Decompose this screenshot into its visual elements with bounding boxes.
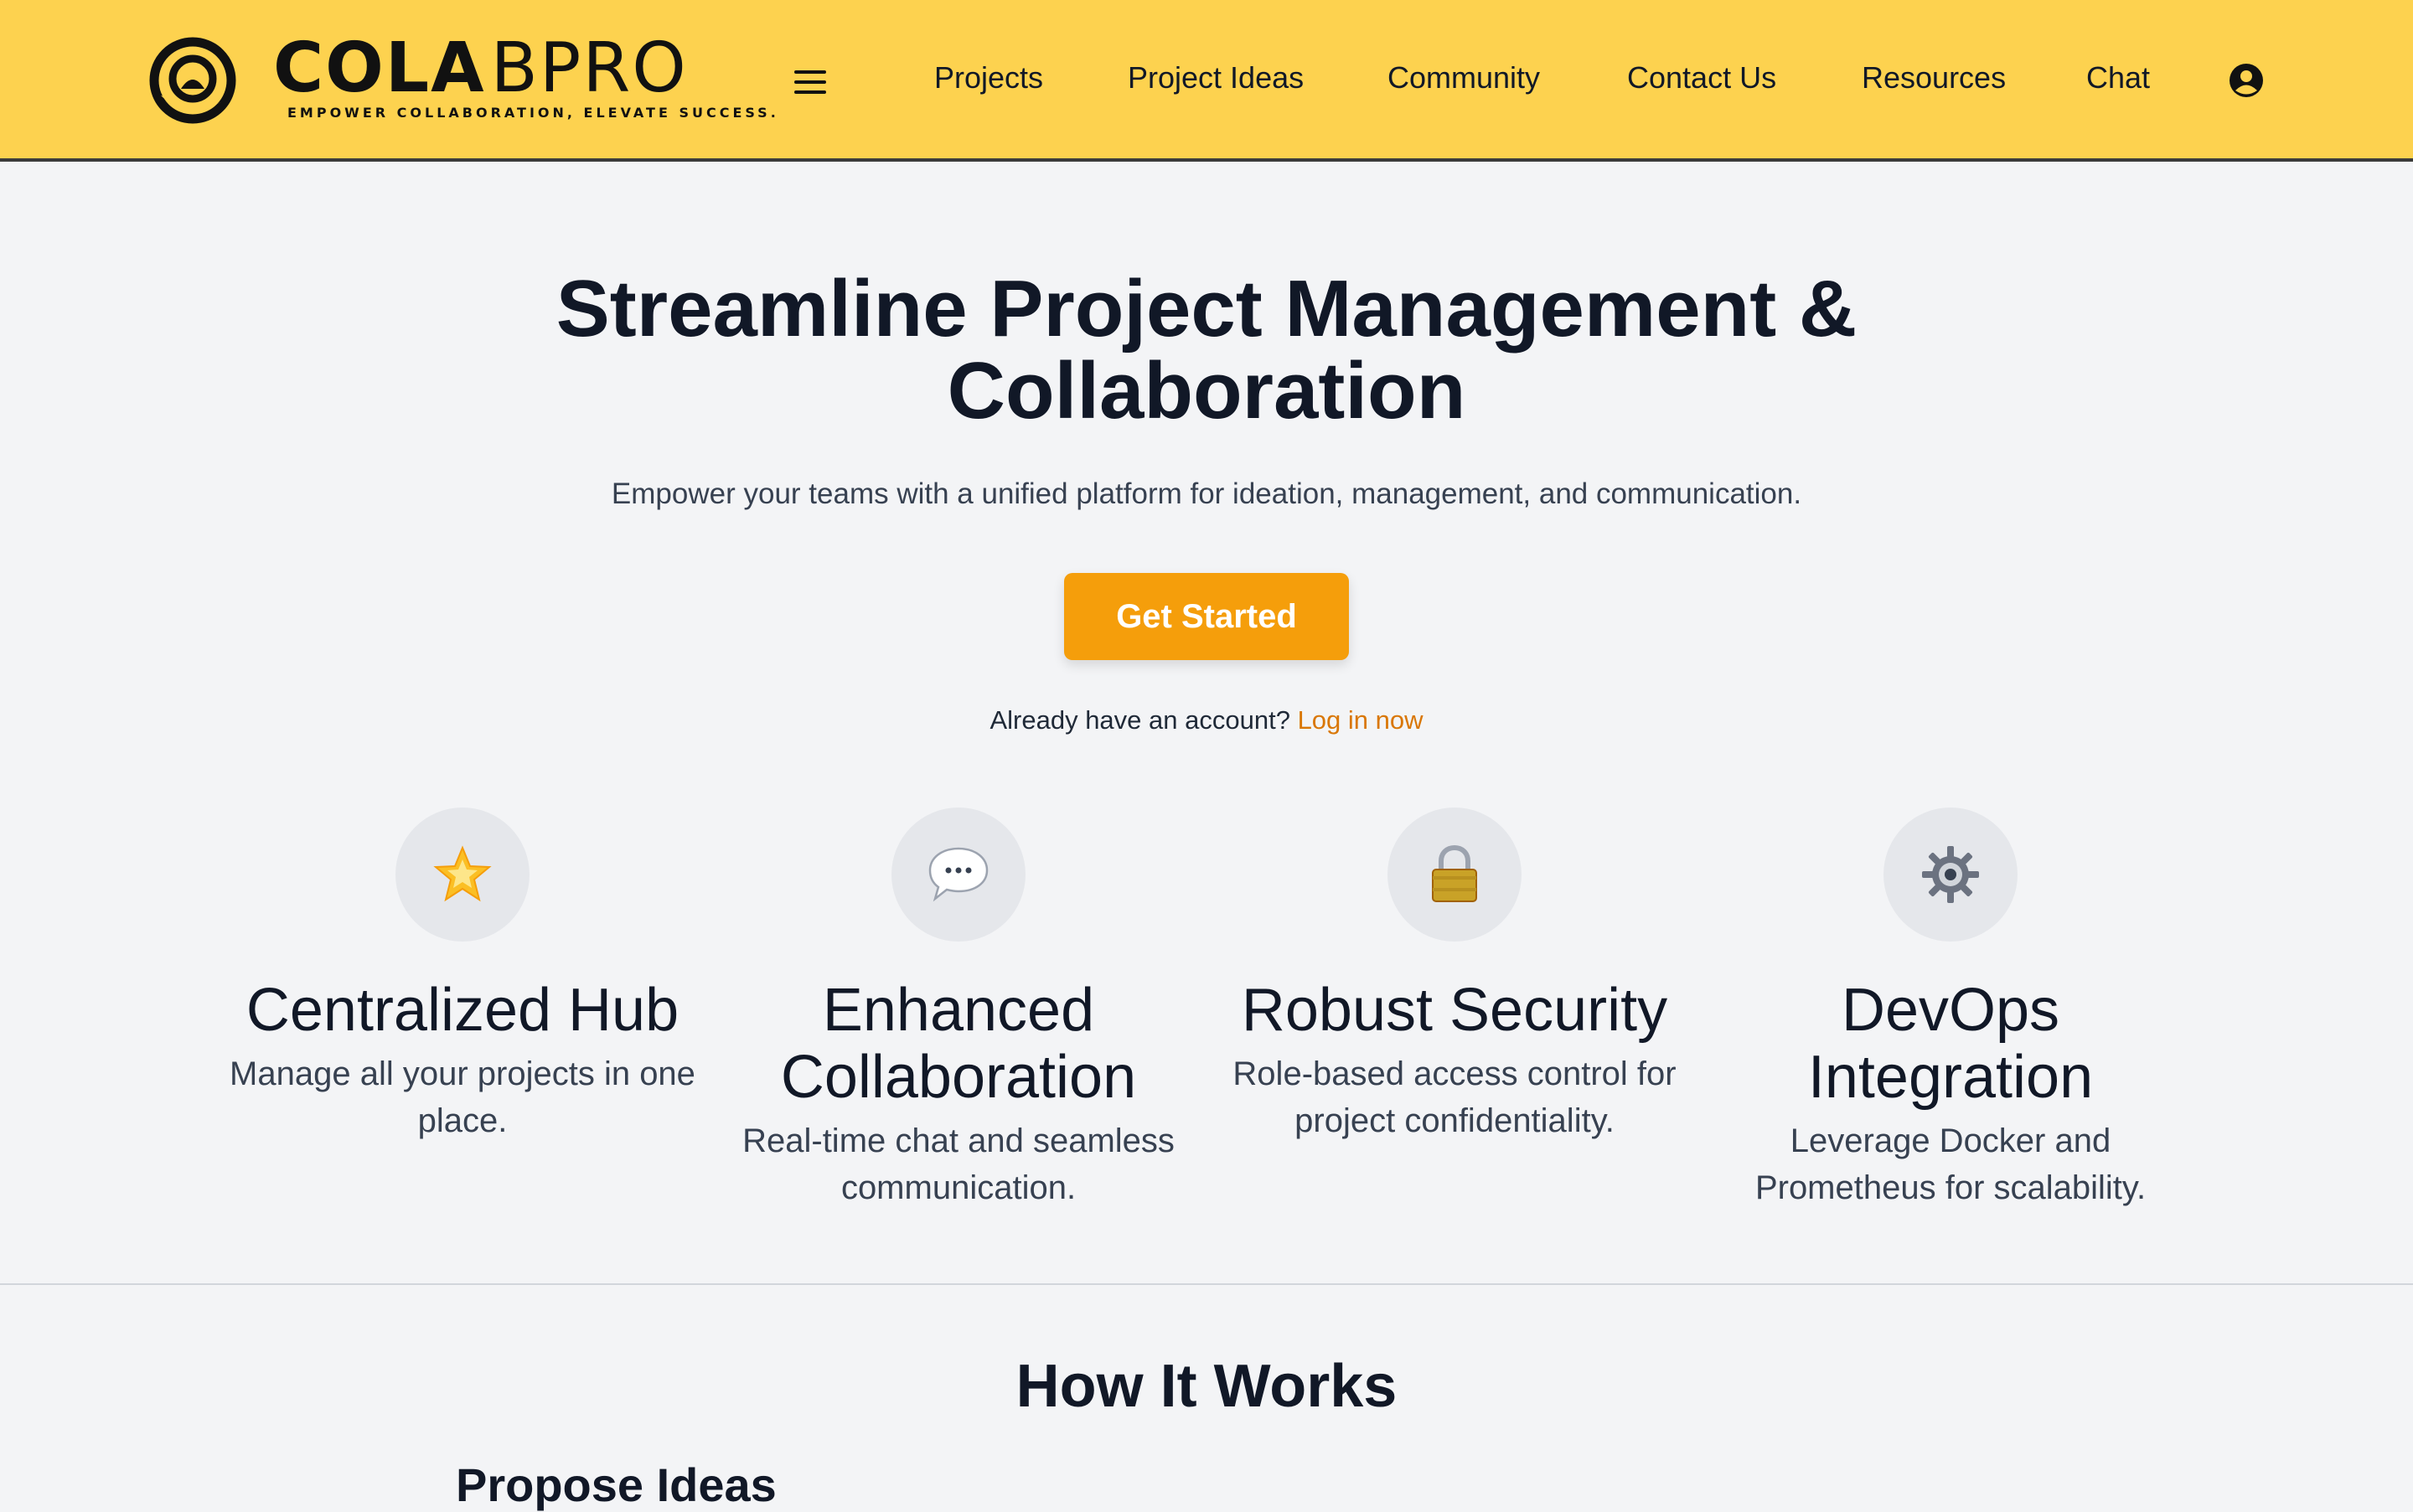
feature-card: DevOps Integration Leverage Docker and P… [1716, 808, 2185, 1211]
nav-item-community[interactable]: Community [1387, 60, 1540, 95]
star-icon [433, 845, 492, 902]
brand-name-light: BPRO [490, 28, 688, 108]
brand-logo-text[interactable]: COLA BPRO [273, 28, 688, 108]
feature-icon-circle [891, 808, 1026, 942]
feature-title: Centralized Hub [245, 977, 679, 1044]
feature-description: Real-time chat and seamless communicatio… [742, 1122, 1175, 1206]
hero-subtitle: Empower your teams with a unified platfo… [611, 477, 1802, 510]
feature-description: Leverage Docker and Prometheus for scala… [1754, 1122, 2147, 1206]
feature-card: Centralized Hub Manage all your projects… [228, 808, 697, 1144]
hero-title-line2: Collaboration [947, 346, 1466, 436]
feature-title: Robust Security [1241, 977, 1668, 1044]
login-prompt: Already have an account? [989, 705, 1290, 735]
login-prompt-line: Already have an account? Log in now [0, 705, 2413, 735]
step-title-propose-ideas: Propose Ideas [456, 1458, 777, 1511]
top-navbar: COLA BPRO EMPOWER COLLABORATION, ELEVATE … [0, 0, 2413, 162]
speech-bubble-icon [928, 847, 989, 902]
feature-title: Enhanced Collaboration [780, 977, 1137, 1111]
how-it-works-title: How It Works [1015, 1353, 1398, 1420]
gear-icon [1922, 846, 1979, 903]
padlock-icon [1432, 844, 1477, 902]
feature-icon-circle [1883, 808, 2018, 942]
feature-icon-circle [1387, 808, 1522, 942]
feature-description: Manage all your projects in one place. [230, 1055, 695, 1139]
brand-name-bold: COLA [273, 28, 486, 108]
feature-title: DevOps Integration [1807, 977, 2094, 1111]
hero-title: Streamline Project Management & Collabor… [0, 268, 2413, 432]
nav-item-projects[interactable]: Projects [934, 60, 1043, 95]
feature-card: Enhanced Collaboration Real-time chat an… [724, 808, 1193, 1211]
nav-item-contact-us[interactable]: Contact Us [1627, 60, 1776, 95]
login-link[interactable]: Log in now [1298, 705, 1424, 735]
user-account-icon[interactable] [2229, 63, 2264, 98]
hamburger-menu-icon[interactable] [794, 70, 826, 94]
nav-item-project-ideas[interactable]: Project Ideas [1128, 60, 1304, 95]
feature-icon-circle [395, 808, 530, 942]
nav-item-chat[interactable]: Chat [2086, 60, 2150, 95]
brand-tagline: EMPOWER COLLABORATION, ELEVATE SUCCESS. [287, 105, 779, 121]
get-started-button[interactable]: Get Started [1064, 573, 1349, 660]
feature-description: Role-based access control for project co… [1232, 1055, 1677, 1139]
feature-card: Robust Security Role-based access contro… [1220, 808, 1689, 1144]
hero-title-line1: Streamline Project Management & [555, 264, 1858, 353]
swirl-logo-icon[interactable] [149, 37, 236, 124]
section-divider [0, 1283, 2413, 1285]
nav-item-resources[interactable]: Resources [1862, 60, 2006, 95]
